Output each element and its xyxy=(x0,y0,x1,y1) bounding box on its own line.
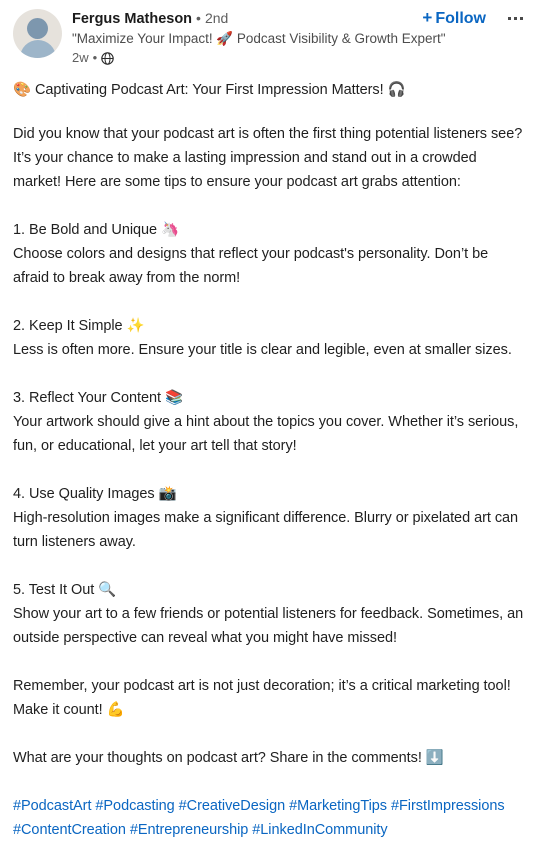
hashtag-link[interactable]: #CreativeDesign xyxy=(179,798,286,814)
more-options-icon[interactable] xyxy=(504,11,527,26)
globe-icon xyxy=(101,51,114,65)
header-actions: + Follow xyxy=(418,6,527,30)
post-closing-paragraph: Remember, your podcast art is not just d… xyxy=(13,678,511,718)
post-intro-paragraph: Did you know that your podcast art is of… xyxy=(13,126,523,190)
tip-body: Show your art to a few friends or potent… xyxy=(13,606,524,646)
tip-heading: 3. Reflect Your Content 📚 xyxy=(13,390,183,406)
author-headline: "Maximize Your Impact! 🚀 Podcast Visibil… xyxy=(72,31,446,46)
more-dot xyxy=(520,16,523,20)
post-timestamp: 2w xyxy=(72,50,89,65)
avatar[interactable] xyxy=(13,9,62,58)
follow-button-label: Follow xyxy=(435,10,486,27)
more-dot xyxy=(508,16,511,20)
follow-button[interactable]: + Follow xyxy=(418,6,490,30)
post-call-to-action: What are your thoughts on podcast art? S… xyxy=(13,750,444,766)
avatar-head-shape xyxy=(27,18,48,39)
tip-item: 3. Reflect Your Content 📚 Your artwork s… xyxy=(13,386,525,458)
plus-icon: + xyxy=(422,8,433,27)
hashtag-link[interactable]: #PodcastArt xyxy=(13,798,91,814)
hashtag-link[interactable]: #Entrepreneurship xyxy=(130,822,249,838)
hashtag-link[interactable]: #MarketingTips xyxy=(289,798,387,814)
hashtag-link[interactable]: #ContentCreation xyxy=(13,822,126,838)
tip-body: Your artwork should give a hint about th… xyxy=(13,414,519,454)
author-name[interactable]: Fergus Matheson xyxy=(72,11,192,27)
tip-body: Less is often more. Ensure your title is… xyxy=(13,342,512,358)
meta-separator: • xyxy=(92,50,98,65)
post-header: Fergus Matheson • 2nd "Maximize Your Impac… xyxy=(0,0,535,67)
post-title: 🎨 Captivating Podcast Art: Your First Im… xyxy=(13,82,406,98)
tip-heading: 4. Use Quality Images 📸 xyxy=(13,486,177,502)
tip-item: 2. Keep It Simple ✨ Less is often more. … xyxy=(13,314,525,362)
hashtag-link[interactable]: #Podcasting xyxy=(95,798,174,814)
tip-heading: 2. Keep It Simple ✨ xyxy=(13,318,145,334)
more-dot xyxy=(514,16,517,20)
tip-item: 4. Use Quality Images 📸 High-resolution … xyxy=(13,482,525,554)
linkedin-post: Fergus Matheson • 2nd "Maximize Your Impac… xyxy=(0,0,535,852)
tip-body: Choose colors and designs that reflect y… xyxy=(13,246,489,286)
tip-heading: 1. Be Bold and Unique 🦄 xyxy=(13,222,180,238)
post-meta-row: 2w • xyxy=(72,49,525,67)
tip-item: 5. Test It Out 🔍 Show your art to a few … xyxy=(13,578,525,650)
avatar-body-shape xyxy=(19,40,56,58)
hashtag-link[interactable]: #FirstImpressions xyxy=(391,798,505,814)
hashtag-list: #PodcastArt #Podcasting #CreativeDesign … xyxy=(13,794,525,852)
hashtag-link[interactable]: #LinkedInCommunity xyxy=(252,822,387,838)
connection-degree: 2nd xyxy=(204,10,229,26)
name-separator: • xyxy=(196,10,201,26)
tip-body: High-resolution images make a significan… xyxy=(13,510,519,550)
tip-heading: 5. Test It Out 🔍 xyxy=(13,582,117,598)
post-content: 🎨 Captivating Podcast Art: Your First Im… xyxy=(0,67,535,852)
tip-item: 1. Be Bold and Unique 🦄 Choose colors an… xyxy=(13,218,525,290)
